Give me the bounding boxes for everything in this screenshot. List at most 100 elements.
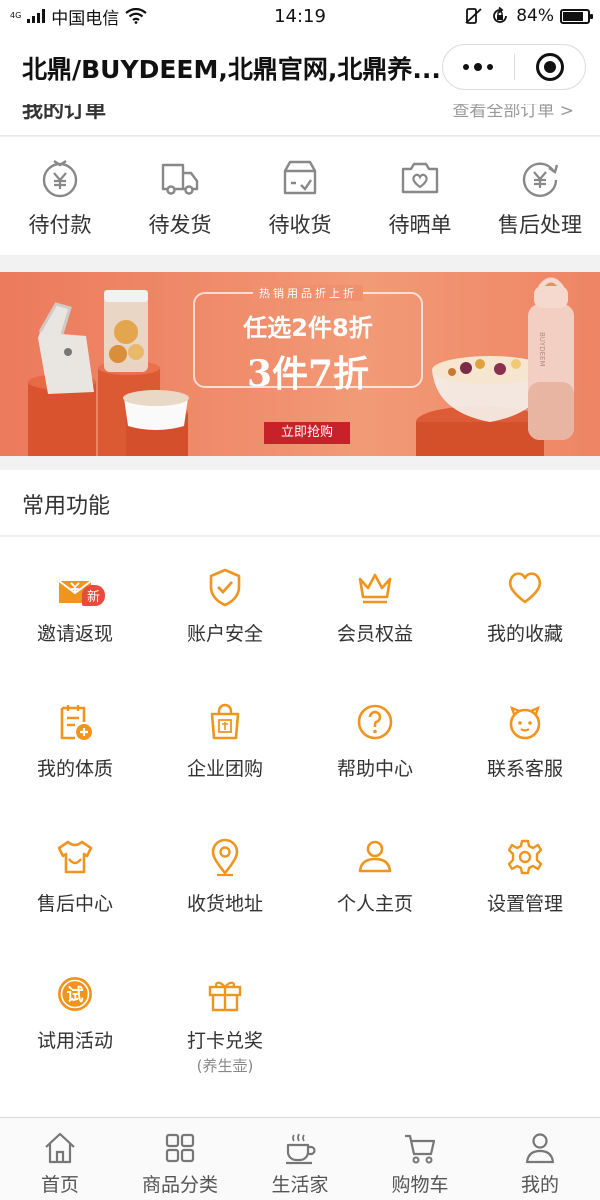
func-shipping-address[interactable]: 收货地址 (150, 837, 300, 916)
func-label: 会员权益 (336, 623, 413, 645)
truck-icon (161, 163, 199, 195)
banner-offer-box: 热销用品折上折 任选2件8折 3件7折 (193, 285, 423, 395)
tab-bar: 首页 商品分类 生活家 购物车 我的 (0, 1117, 600, 1200)
func-label: 设置管理 (486, 893, 563, 915)
user-icon (358, 840, 392, 873)
buy-now-button[interactable]: 立即抢购 (264, 422, 350, 444)
heart-icon (508, 572, 542, 604)
more-button[interactable] (443, 45, 514, 89)
shopping-bag-icon (210, 703, 240, 740)
order-status-row: 待付款 待发货 待收货 待晒单 售后处理 (0, 137, 600, 255)
user-icon (525, 1133, 555, 1164)
shield-check-icon (209, 568, 241, 607)
trial-badge-icon: 试 (58, 977, 92, 1011)
target-icon (535, 53, 564, 81)
order-item-label: 待晒单 (388, 213, 452, 237)
mute-icon (465, 8, 482, 24)
order-pending-shipment[interactable]: 待发货 (120, 137, 240, 255)
func-label: 邀请返现 (36, 623, 113, 645)
tab-label: 生活家 (271, 1174, 329, 1196)
miniprogram-capsule (442, 44, 586, 90)
func-trial-activity[interactable]: 试 试用活动 (0, 974, 150, 1053)
func-settings[interactable]: 设置管理 (450, 837, 600, 916)
cup-icon (286, 1133, 316, 1165)
func-after-sales-center[interactable]: 售后中心 (0, 837, 150, 916)
shirt-icon (57, 840, 93, 874)
tab-home[interactable]: 首页 (0, 1118, 120, 1200)
promo-banner[interactable]: BUYDEEM 热销用品折上折 任选2件8折 3件7折 立即抢购 (0, 272, 600, 456)
func-invite-cashback[interactable]: 新 邀请返现 (0, 567, 150, 646)
new-badge: 新 (82, 585, 106, 606)
status-right: 84% (464, 6, 593, 26)
carrier-name: 中国电信 (51, 8, 120, 29)
orders-header: 我的订单 查看全部订单 > (0, 104, 600, 136)
tab-categories[interactable]: 商品分类 (120, 1118, 240, 1200)
tab-lifestyle[interactable]: 生活家 (240, 1118, 360, 1200)
view-all-orders-link[interactable]: 查看全部订单 > (452, 104, 574, 121)
order-pending-review[interactable]: 待晒单 (360, 137, 480, 255)
tab-label: 首页 (40, 1174, 79, 1196)
func-checkin-reward[interactable]: 打卡兑奖 (养生壶) (150, 974, 300, 1076)
func-label: 我的收藏 (486, 623, 563, 645)
func-personal-homepage[interactable]: 个人主页 (300, 837, 450, 916)
func-label: 账户安全 (186, 623, 263, 645)
gear-icon (507, 839, 543, 875)
func-label: 售后中心 (36, 893, 113, 915)
order-pending-receipt[interactable]: 待收货 (240, 137, 360, 255)
battery-percent: 84% (516, 6, 554, 26)
page-title: 北鼎/BUYDEEM,北鼎官网,北鼎养... (22, 55, 441, 84)
functions-header: 常用功能 (0, 470, 600, 536)
location-pin-icon (211, 838, 239, 877)
face-icon (509, 705, 541, 740)
func-customer-service[interactable]: 联系客服 (450, 702, 600, 781)
page: 4G 中国电信 14:19 84% 北鼎/BUYDEEM,北鼎官网,北鼎养...… (0, 0, 600, 1200)
tab-mine[interactable]: 我的 (480, 1118, 600, 1200)
signal-icon (27, 9, 46, 23)
clipboard-plus-icon (60, 705, 92, 740)
func-my-constitution[interactable]: 我的体质 (0, 702, 150, 781)
box-check-icon (283, 160, 317, 195)
functions-grid: 新 邀请返现 账户安全 会员权益 我的收藏 我的体质 企业团购 帮助中心 联系客… (0, 537, 600, 1117)
func-account-security[interactable]: 账户安全 (150, 567, 300, 646)
func-label: 打卡兑奖 (186, 1030, 263, 1052)
bottle-brand-text: BUYDEEM (538, 332, 546, 366)
more-dots-icon (463, 63, 494, 71)
tab-label: 商品分类 (141, 1174, 218, 1196)
func-label: 我的体质 (36, 758, 113, 780)
banner-line2: 3件7折 (246, 353, 370, 395)
battery-icon (560, 8, 593, 24)
order-item-label: 售后处理 (498, 213, 582, 237)
tab-cart[interactable]: 购物车 (360, 1118, 480, 1200)
func-label: 联系客服 (486, 758, 563, 780)
status-left: 4G 中国电信 (10, 4, 147, 29)
grid-icon (165, 1133, 195, 1163)
functions-title: 常用功能 (22, 494, 111, 519)
func-sublabel: (养生壶) (196, 1057, 254, 1075)
order-after-sales[interactable]: 售后处理 (480, 137, 600, 255)
tab-label: 购物车 (391, 1174, 449, 1196)
wifi-icon (125, 8, 147, 24)
cart-icon (405, 1134, 436, 1164)
func-label: 企业团购 (186, 758, 263, 780)
crown-icon (358, 573, 392, 604)
home-icon (45, 1132, 75, 1164)
gift-icon (208, 981, 242, 1012)
close-miniprogram-button[interactable] (515, 45, 586, 89)
func-help-center[interactable]: 帮助中心 (300, 702, 450, 781)
network-type: 4G (10, 11, 22, 20)
func-label: 帮助中心 (336, 758, 413, 780)
banner-line1: 任选2件8折 (243, 314, 373, 342)
rotation-lock-icon (493, 6, 508, 23)
func-group-purchase[interactable]: 企业团购 (150, 702, 300, 781)
func-member-benefits[interactable]: 会员权益 (300, 567, 450, 646)
status-bar: 4G 中国电信 14:19 84% (0, 0, 600, 32)
func-favorites[interactable]: 我的收藏 (450, 567, 600, 646)
order-item-label: 待付款 (28, 213, 92, 237)
order-pending-payment[interactable]: 待付款 (0, 137, 120, 255)
camera-heart-icon (401, 162, 439, 194)
func-label: 试用活动 (36, 1030, 113, 1052)
nav-bar: 北鼎/BUYDEEM,北鼎官网,北鼎养... (0, 32, 600, 104)
tab-label: 我的 (520, 1174, 559, 1196)
order-item-label: 待收货 (268, 213, 332, 237)
trial-badge-text: 试 (67, 986, 84, 1006)
